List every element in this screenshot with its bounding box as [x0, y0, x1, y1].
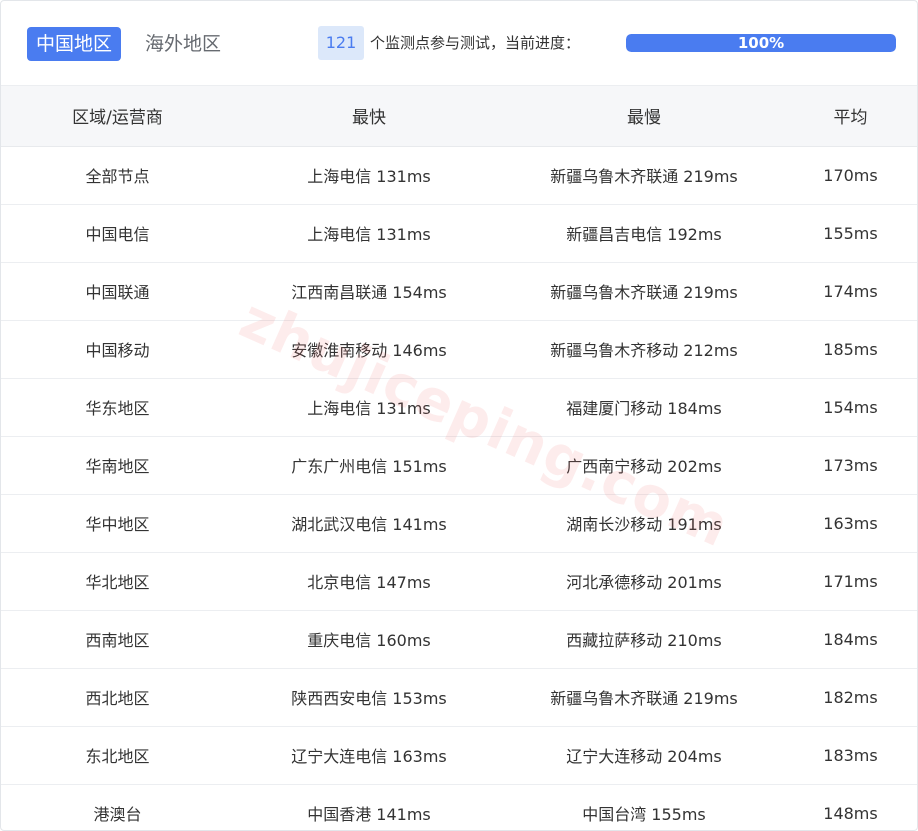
cell-fastest: 安徽淮南移动 146ms: [234, 320, 504, 379]
cell-fastest: 上海电信 131ms: [234, 204, 504, 263]
cell-slowest: 新疆乌鲁木齐联通 219ms: [504, 668, 784, 727]
cell-average: 163ms: [784, 494, 917, 553]
table-row: 中国联通 江西南昌联通 154ms 新疆乌鲁木齐联通 219ms 174ms: [1, 262, 917, 321]
cell-fastest: 上海电信 131ms: [234, 146, 504, 205]
cell-region: 华南地区: [1, 436, 234, 495]
progress-label: 100%: [737, 34, 785, 52]
cell-average: 154ms: [784, 378, 917, 437]
cell-average: 173ms: [784, 436, 917, 495]
header-average: 平均: [784, 86, 917, 147]
cell-slowest: 西藏拉萨移动 210ms: [504, 610, 784, 669]
tab-overseas-region[interactable]: 海外地区: [136, 27, 230, 61]
cell-slowest: 广西南宁移动 202ms: [504, 436, 784, 495]
results-table: 区域/运营商 最快 最慢 平均 全部节点 上海电信 131ms 新疆乌鲁木齐联通 2…: [1, 86, 917, 830]
cell-fastest: 中国香港 141ms: [307, 805, 431, 824]
cell-fastest: 辽宁大连电信 163ms: [234, 726, 504, 785]
cell-region: 华中地区: [1, 494, 234, 553]
progress-bar: 100%: [626, 34, 896, 52]
header-region: 区域/运营商: [1, 86, 234, 147]
cell-average: 171ms: [784, 552, 917, 611]
cell-average: 182ms: [784, 668, 917, 727]
top-bar: 中国地区 海外地区 121 个监测点参与测试，当前进度： 100%: [1, 1, 917, 86]
cell-slowest: 新疆乌鲁木齐移动 212ms: [504, 320, 784, 379]
cell-slowest: 湖南长沙移动 191ms: [504, 494, 784, 553]
table-row: 中国电信 上海电信 131ms 新疆昌吉电信 192ms 155ms: [1, 204, 917, 263]
cell-region: 华北地区: [1, 552, 234, 611]
table-body: 全部节点 上海电信 131ms 新疆乌鲁木齐联通 219ms 170ms 中国电信 上海电…: [1, 146, 917, 830]
cell-region: 东北地区: [1, 726, 234, 785]
table-row: 西北地区 陕西西安电信 153ms 新疆乌鲁木齐联通 219ms 182ms: [1, 668, 917, 727]
cell-average: 148ms: [823, 803, 878, 823]
cell-slowest: 中国台湾 155ms: [582, 805, 706, 824]
cell-fastest: 广东广州电信 151ms: [234, 436, 504, 495]
cell-average: 170ms: [784, 146, 917, 205]
table-row: 华北地区 北京电信 147ms 河北承德移动 201ms 171ms: [1, 552, 917, 611]
table-row: 西南地区 重庆电信 160ms 西藏拉萨移动 210ms 184ms: [1, 610, 917, 669]
header-slowest: 最慢: [504, 86, 784, 147]
speed-test-panel: 中国地区 海外地区 121 个监测点参与测试，当前进度： 100% 区域/运营商…: [0, 0, 918, 831]
header-fastest: 最快: [234, 86, 504, 147]
cell-slowest: 新疆乌鲁木齐联通 219ms: [504, 146, 784, 205]
cell-slowest: 新疆昌吉电信 192ms: [504, 204, 784, 263]
cell-fastest: 重庆电信 160ms: [234, 610, 504, 669]
table-row: 东北地区 辽宁大连电信 163ms 辽宁大连移动 204ms 183ms: [1, 726, 917, 785]
cell-average: 184ms: [784, 610, 917, 669]
tab-china-region[interactable]: 中国地区: [27, 27, 122, 61]
table-row: 华中地区 湖北武汉电信 141ms 湖南长沙移动 191ms 163ms: [1, 494, 917, 553]
cell-slowest: 辽宁大连移动 204ms: [504, 726, 784, 785]
cell-region: 港澳台: [93, 805, 142, 824]
cell-fastest: 上海电信 131ms: [234, 378, 504, 437]
cell-region: 华东地区: [1, 378, 234, 437]
cell-slowest: 新疆乌鲁木齐联通 219ms: [504, 262, 784, 321]
cell-region: 西北地区: [1, 668, 234, 727]
cell-average: 183ms: [784, 726, 917, 785]
cell-region: 中国电信: [1, 204, 234, 263]
cell-fastest: 湖北武汉电信 141ms: [234, 494, 504, 553]
monitor-count-text: 个监测点参与测试，当前进度：: [370, 34, 581, 52]
table-header-row: 区域/运营商 最快 最慢 平均: [1, 86, 917, 147]
cell-slowest: 河北承德移动 201ms: [504, 552, 784, 611]
cell-slowest: 福建厦门移动 184ms: [504, 378, 784, 437]
table-row: 中国移动 安徽淮南移动 146ms 新疆乌鲁木齐移动 212ms 185ms: [1, 320, 917, 379]
monitor-count-badge: 121: [318, 26, 364, 60]
table-row: 全部节点 上海电信 131ms 新疆乌鲁木齐联通 219ms 170ms: [1, 146, 917, 205]
cell-region: 西南地区: [1, 610, 234, 669]
cell-fastest: 江西南昌联通 154ms: [234, 262, 504, 321]
table-row: 华南地区 广东广州电信 151ms 广西南宁移动 202ms 173ms: [1, 436, 917, 495]
cell-average: 174ms: [784, 262, 917, 321]
cell-fastest: 陕西西安电信 153ms: [234, 668, 504, 727]
table-row: 华东地区 上海电信 131ms 福建厦门移动 184ms 154ms: [1, 378, 917, 437]
cell-average: 155ms: [784, 204, 917, 263]
table-row: 港澳台 中国香港 141ms 中国台湾 155ms 148ms: [1, 784, 917, 830]
cell-fastest: 北京电信 147ms: [234, 552, 504, 611]
cell-average: 185ms: [784, 320, 917, 379]
cell-region: 中国联通: [1, 262, 234, 321]
cell-region: 全部节点: [1, 146, 234, 205]
cell-region: 中国移动: [1, 320, 234, 379]
